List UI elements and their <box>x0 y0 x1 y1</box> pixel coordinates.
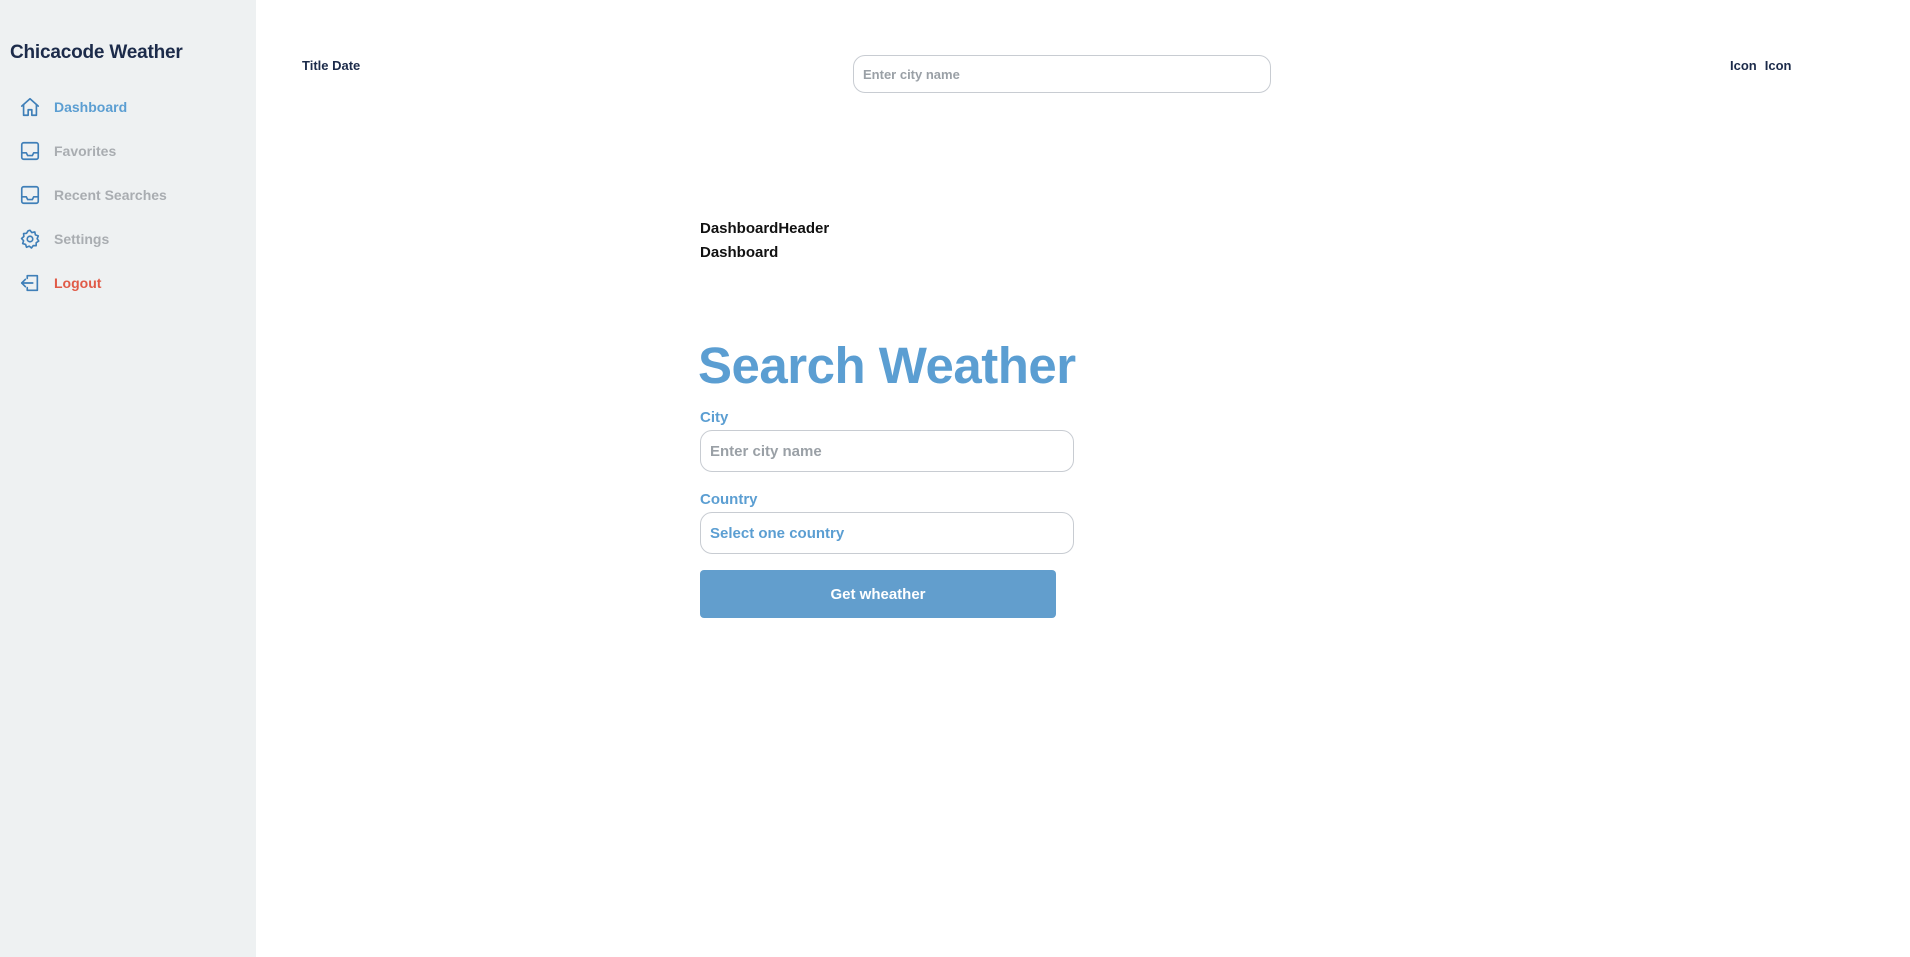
city-label: City <box>700 409 729 426</box>
sidebar-item-dashboard[interactable]: Dashboard <box>19 96 249 118</box>
top-icon-2[interactable]: Icon <box>1765 58 1792 73</box>
top-icon-1[interactable]: Icon <box>1730 58 1757 73</box>
gear-icon <box>19 228 41 250</box>
sidebar-item-logout[interactable]: Logout <box>19 272 249 294</box>
inbox-icon <box>19 140 41 162</box>
sidebar-item-label: Dashboard <box>54 99 128 115</box>
title-date: Title Date <box>302 58 361 73</box>
inbox-icon <box>19 184 41 206</box>
dashboard-header-subtitle: Dashboard <box>700 244 779 261</box>
sidebar-item-favorites[interactable]: Favorites <box>19 140 249 162</box>
sidebar: Chicacode Weather Dashboard Favorites Re… <box>0 0 256 957</box>
dashboard-header-title: DashboardHeader <box>700 220 830 237</box>
city-input[interactable] <box>700 430 1074 472</box>
app-root: Chicacode Weather Dashboard Favorites Re… <box>0 0 1910 957</box>
page-title: Search Weather <box>698 337 1076 394</box>
sidebar-item-label: Settings <box>54 231 110 247</box>
sidebar-item-settings[interactable]: Settings <box>19 228 249 250</box>
sidebar-nav: Dashboard Favorites Recent Searches Sett… <box>19 96 249 316</box>
sidebar-item-recent-searches[interactable]: Recent Searches <box>19 184 249 206</box>
sidebar-item-label: Recent Searches <box>54 187 167 203</box>
get-weather-button[interactable]: Get wheather <box>700 570 1056 618</box>
sidebar-item-label: Favorites <box>54 143 117 159</box>
country-label: Country <box>700 491 758 508</box>
country-select[interactable]: Select one country <box>700 512 1074 554</box>
logout-icon <box>19 272 41 294</box>
home-icon <box>19 96 41 118</box>
top-search-input[interactable] <box>853 55 1271 93</box>
country-select-value: Select one country <box>710 524 845 542</box>
sidebar-item-label: Logout <box>54 275 102 291</box>
top-icons: Icon Icon <box>1730 58 1791 73</box>
brand-title: Chicacode Weather <box>10 42 183 63</box>
dashboard-header: DashboardHeader Dashboard <box>700 217 829 265</box>
